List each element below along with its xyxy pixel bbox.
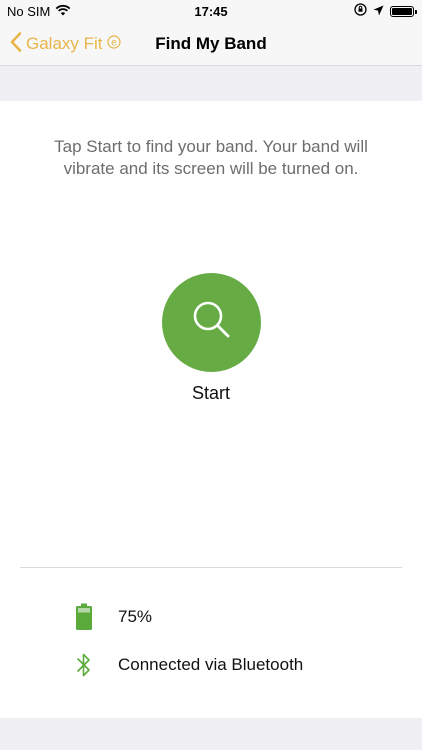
nav-bar: Galaxy Fit e Find My Band bbox=[0, 22, 422, 66]
instruction-text: Tap Start to find your band. Your band w… bbox=[54, 137, 368, 178]
divider bbox=[20, 567, 402, 568]
battery-icon bbox=[390, 5, 417, 17]
start-label[interactable]: Start bbox=[0, 383, 422, 404]
connection-status: Connected via Bluetooth bbox=[118, 655, 304, 674]
start-button[interactable] bbox=[162, 273, 261, 372]
page-title: Find My Band bbox=[155, 34, 267, 53]
footer-spacer bbox=[0, 718, 422, 750]
status-right bbox=[354, 3, 417, 19]
band-battery-icon bbox=[74, 603, 94, 631]
battery-percent: 75% bbox=[118, 607, 153, 626]
orientation-lock-icon bbox=[354, 3, 367, 19]
header-spacer bbox=[0, 66, 422, 101]
bluetooth-row: Connected via Bluetooth bbox=[0, 651, 422, 679]
search-icon bbox=[190, 298, 234, 347]
bluetooth-icon bbox=[74, 651, 94, 679]
battery-row: 75% bbox=[0, 603, 422, 631]
location-arrow-icon bbox=[373, 4, 384, 19]
status-bar: No SIM 17:45 bbox=[0, 0, 422, 22]
screen: No SIM 17:45 Galaxy Fit e Find My Band T… bbox=[0, 0, 422, 750]
